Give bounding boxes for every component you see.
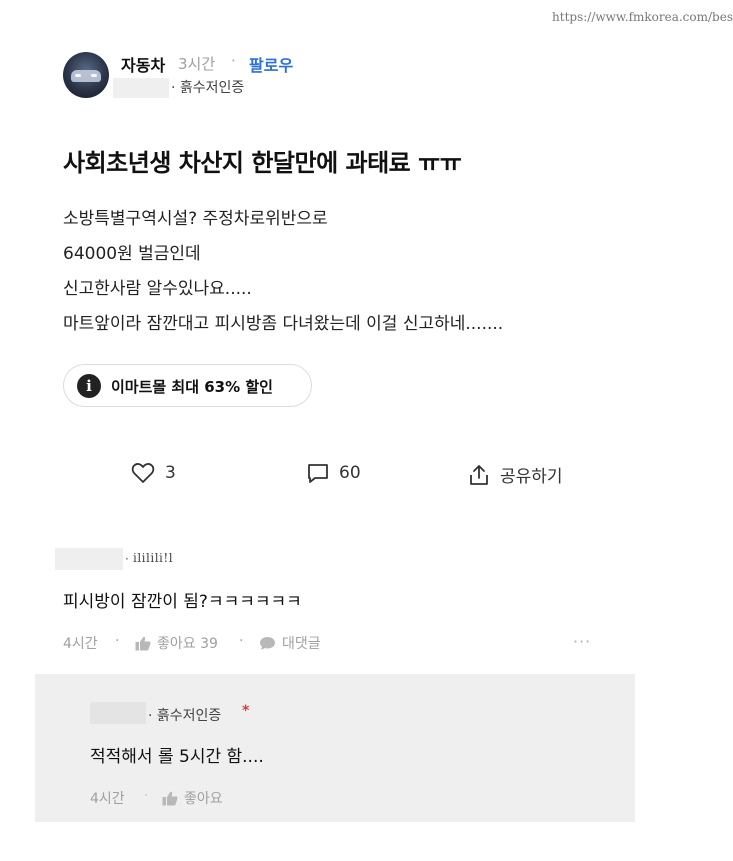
redacted-badge: [113, 78, 169, 98]
body-line: 신고한사람 알수있나요.....: [63, 279, 252, 299]
comment-icon: [308, 464, 328, 483]
ad-chip[interactable]: i 이마트몰 최대 63% 할인: [63, 364, 312, 407]
reply-text: 적적해서 롤 5시간 함....: [90, 747, 264, 767]
author-star-icon: *: [242, 703, 250, 719]
post-actions: 3 60 공유하기: [0, 462, 733, 494]
verification-badge: · 흙수저인증: [171, 80, 245, 96]
author-row: 자동차 3시간 · 팔로우 · 흙수저인증: [63, 52, 663, 100]
share-button[interactable]: 공유하기: [468, 462, 563, 487]
body-line: 64000원 벌금인데: [63, 244, 201, 264]
comment-badge: ililili!l: [133, 551, 174, 565]
headlight-icon: [75, 74, 81, 77]
separator-dot: ·: [239, 633, 244, 649]
avatar[interactable]: [63, 52, 109, 98]
share-label: 공유하기: [500, 467, 563, 487]
heart-icon: [131, 463, 155, 483]
separator-dot: ·: [115, 633, 120, 649]
comment-count: 60: [339, 463, 361, 483]
author-name[interactable]: 자동차: [121, 52, 165, 76]
reply-label: 대댓글: [282, 636, 321, 652]
post-time: 3시간: [178, 55, 216, 73]
comment-text: 피시방이 잠깐이 됨?ㅋㅋㅋㅋㅋㅋ: [63, 592, 302, 612]
like-count: 3: [165, 463, 176, 483]
thumbs-up-icon: [162, 791, 178, 805]
post-title: 사회초년생 차산지 한달만에 과태료 ㅠㅠ: [63, 149, 462, 177]
reply-like-button[interactable]: 좋아요: [162, 788, 223, 808]
body-line: 소방특별구역시설? 주정차로위반으로: [63, 209, 328, 229]
redacted-username: [90, 702, 146, 724]
share-icon: [470, 464, 488, 485]
info-icon: i: [77, 374, 101, 398]
separator-dot: ·: [144, 788, 149, 804]
comment-button[interactable]: 60: [307, 462, 361, 484]
headlight-icon: [91, 74, 97, 77]
like-button[interactable]: 3: [131, 462, 176, 484]
follow-button[interactable]: 팔로우: [249, 52, 293, 76]
separator-dot: ·: [231, 52, 236, 70]
reply: · 흙수저인증 * 적적해서 롤 5시간 함.... 4시간 · 좋아요: [35, 674, 635, 822]
reply-button[interactable]: 대댓글: [259, 633, 321, 653]
reply-bubble-icon: [260, 636, 275, 650]
reply-time: 4시간: [90, 791, 125, 807]
redacted-username: [55, 548, 123, 570]
body-line: 마트앞이라 잠깐대고 피시방좀 다녀왔는데 이걸 신고하네.......: [63, 314, 504, 334]
comment-time: 4시간: [63, 636, 98, 652]
watermark-url: https://www.fmkorea.com/bes: [552, 10, 733, 24]
comment-like-label: 좋아요 39: [157, 636, 218, 652]
more-options-icon[interactable]: ···: [573, 632, 591, 651]
post-body: 소방특별구역시설? 주정차로위반으로 64000원 벌금인데 신고한사람 알수있…: [63, 202, 503, 342]
thumbs-up-icon: [135, 636, 151, 650]
verification-badge: · 흙수저인증: [148, 708, 222, 724]
comment-like-button[interactable]: 좋아요 39: [135, 633, 218, 653]
reply-like-label: 좋아요: [184, 791, 223, 807]
separator-dot: ·: [125, 552, 129, 566]
ad-label: 이마트몰 최대 63% 할인: [111, 378, 273, 396]
